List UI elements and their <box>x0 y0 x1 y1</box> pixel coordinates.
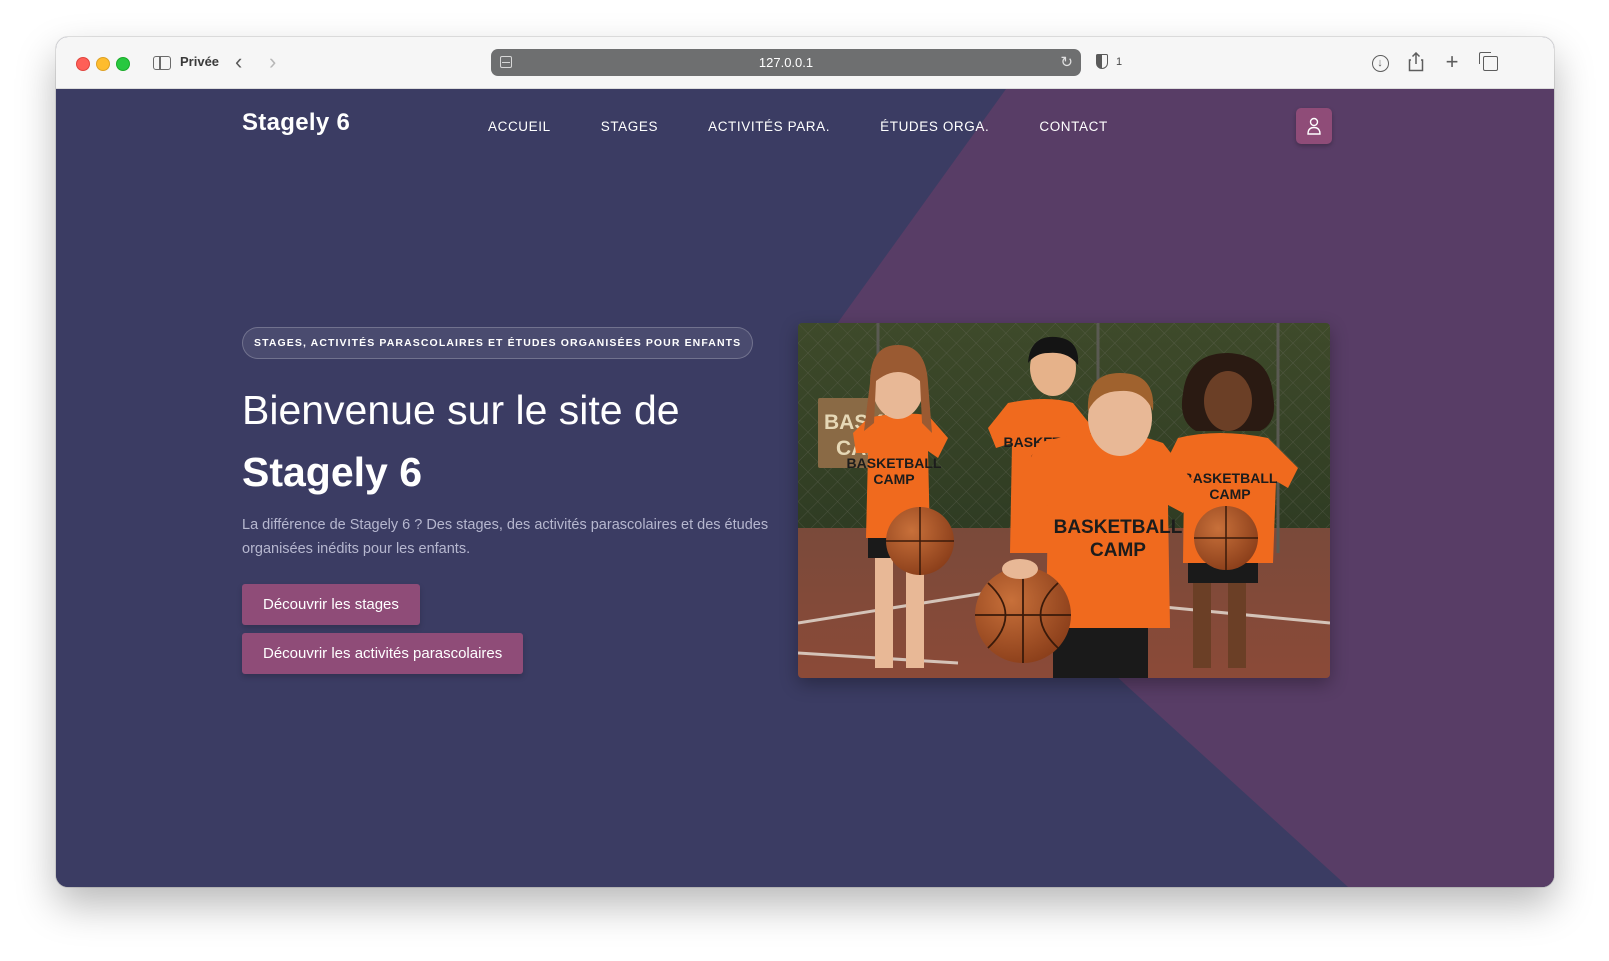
site-logo[interactable]: Stagely 6 <box>242 109 350 137</box>
share-button[interactable] <box>1404 50 1428 74</box>
nav-link-activites[interactable]: ACTIVITÉS PARA. <box>708 119 830 134</box>
browser-toolbar: Privée ‹ › 127.0.0.1 ↻ 1 ↓ + <box>56 37 1554 89</box>
address-url[interactable]: 127.0.0.1 <box>491 55 1081 70</box>
privacy-shield-icon[interactable] <box>1096 54 1108 69</box>
download-icon: ↓ <box>1371 54 1389 72</box>
discover-stages-button[interactable]: Découvrir les stages <box>242 584 420 625</box>
zoom-window-button[interactable] <box>116 57 130 71</box>
nav-link-etudes[interactable]: ÉTUDES ORGA. <box>880 119 989 134</box>
new-tab-button[interactable]: + <box>1440 50 1464 74</box>
tab-overview-button[interactable] <box>1476 50 1500 74</box>
svg-text:BASKETBALL: BASKETBALL <box>847 455 942 471</box>
svg-text:CAMP: CAMP <box>1090 540 1146 561</box>
hero-description: La différence de Stagely 6 ? Des stages,… <box>242 517 769 557</box>
browser-window: Privée ‹ › 127.0.0.1 ↻ 1 ↓ + Stagely 6 A… <box>56 37 1554 887</box>
svg-text:CAMP: CAMP <box>1209 486 1250 502</box>
hero-title: Bienvenue sur le site de <box>242 387 680 433</box>
download-button[interactable]: ↓ <box>1368 50 1392 74</box>
web-page: Stagely 6 ACCUEIL STAGES ACTIVITÉS PARA.… <box>56 89 1554 887</box>
private-browsing-label: Privée <box>180 54 220 69</box>
blocked-trackers-count: 1 <box>1116 56 1123 68</box>
reload-icon[interactable]: ↻ <box>1060 53 1073 71</box>
sidebar-toggle-icon[interactable] <box>153 56 171 70</box>
nav-link-stages[interactable]: STAGES <box>601 119 658 134</box>
discover-activities-button[interactable]: Découvrir les activités parascolaires <box>242 633 524 674</box>
nav-link-accueil[interactable]: ACCUEIL <box>488 119 551 134</box>
back-button[interactable]: ‹ <box>235 51 242 73</box>
main-navigation: ACCUEIL STAGES ACTIVITÉS PARA. ÉTUDES OR… <box>488 119 1158 134</box>
nav-link-contact[interactable]: CONTACT <box>1039 119 1107 134</box>
svg-text:BASKETBALL: BASKETBALL <box>1183 470 1278 486</box>
hero-tagline: STAGES, ACTIVITÉS PARASCOLAIRES ET ÉTUDE… <box>242 327 754 359</box>
share-icon <box>1408 51 1424 72</box>
plus-icon: + <box>1445 49 1459 74</box>
forward-button[interactable]: › <box>269 51 276 73</box>
address-bar[interactable]: 127.0.0.1 ↻ <box>491 49 1081 76</box>
user-icon <box>1307 117 1321 135</box>
hero-image-basketball-camp: BASKET CAM BASKETBALL CAMP BASKETBALL CA… <box>798 323 1330 678</box>
minimize-window-button[interactable] <box>96 57 110 71</box>
tab-overview-icon <box>1478 51 1498 71</box>
close-window-button[interactable] <box>76 57 90 71</box>
hero-title-brand: Stagely 6 <box>242 449 423 495</box>
svg-text:BASKETBALL: BASKETBALL <box>1054 517 1183 538</box>
account-button[interactable] <box>1296 108 1332 144</box>
svg-text:CAMP: CAMP <box>873 471 914 487</box>
